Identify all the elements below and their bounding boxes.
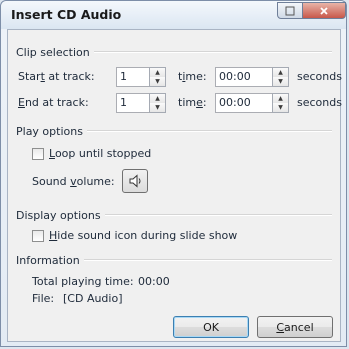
end-track-spinner[interactable]: ▲ ▼ — [149, 93, 166, 113]
display-options-group: Display options — [16, 208, 332, 222]
play-options-group: Play options — [16, 124, 332, 138]
start-time-label: time: — [178, 70, 207, 83]
title-bar: Insert CD Audio — [1, 1, 346, 29]
spin-down-icon[interactable]: ▼ — [273, 77, 288, 86]
total-playing-time-value: 00:00 — [138, 275, 170, 288]
clip-selection-group: Clip selection — [16, 45, 332, 59]
file-value: [CD Audio] — [63, 292, 123, 305]
divider — [83, 259, 332, 261]
loop-label[interactable]: Loop until stopped — [49, 147, 151, 160]
end-seconds-label: seconds — [297, 96, 342, 109]
hide-sound-icon-checkbox[interactable] — [32, 230, 44, 242]
start-track-label: Start at track: — [18, 70, 95, 83]
speaker-icon — [129, 174, 141, 188]
file-label: File: — [32, 292, 55, 305]
divider — [104, 214, 332, 216]
help-button[interactable] — [277, 2, 303, 19]
end-time-label: time: — [178, 96, 207, 109]
loop-checkbox[interactable] — [32, 148, 44, 160]
close-icon — [320, 6, 328, 15]
help-icon — [285, 6, 295, 15]
start-track-spinner[interactable]: ▲ ▼ — [149, 67, 166, 87]
sound-volume-label: Sound volume: — [32, 175, 115, 188]
end-track-label: End at track: — [18, 96, 89, 109]
total-playing-time-label: Total playing time: — [32, 275, 134, 288]
start-seconds-label: seconds — [297, 70, 342, 83]
start-time-spinner[interactable]: ▲ ▼ — [272, 67, 289, 87]
close-button[interactable] — [302, 2, 346, 19]
end-time-input[interactable]: 00:00 — [215, 93, 273, 113]
spin-down-icon[interactable]: ▼ — [273, 103, 288, 112]
information-group: Information — [16, 253, 332, 267]
start-track-input[interactable]: 1 — [116, 67, 150, 87]
divider — [86, 130, 332, 132]
clip-selection-label: Clip selection — [16, 45, 90, 59]
spin-down-icon[interactable]: ▼ — [150, 103, 165, 112]
end-track-input[interactable]: 1 — [116, 93, 150, 113]
information-label: Information — [16, 253, 80, 267]
dialog-title: Insert CD Audio — [11, 7, 122, 22]
ok-button[interactable]: OK — [173, 316, 249, 338]
sound-volume-button[interactable] — [122, 169, 148, 193]
spin-down-icon[interactable]: ▼ — [150, 77, 165, 86]
divider — [93, 51, 332, 53]
start-time-input[interactable]: 00:00 — [215, 67, 273, 87]
hide-sound-icon-label[interactable]: Hide sound icon during slide show — [49, 229, 237, 242]
insert-cd-audio-dialog: Insert CD Audio Clip selection Start at … — [0, 0, 347, 347]
display-options-label: Display options — [16, 208, 101, 222]
play-options-label: Play options — [16, 124, 83, 138]
end-time-spinner[interactable]: ▲ ▼ — [272, 93, 289, 113]
dialog-body: Clip selection Start at track: 1 ▲ ▼ tim… — [7, 29, 342, 342]
cancel-button[interactable]: Cancel — [257, 316, 333, 338]
